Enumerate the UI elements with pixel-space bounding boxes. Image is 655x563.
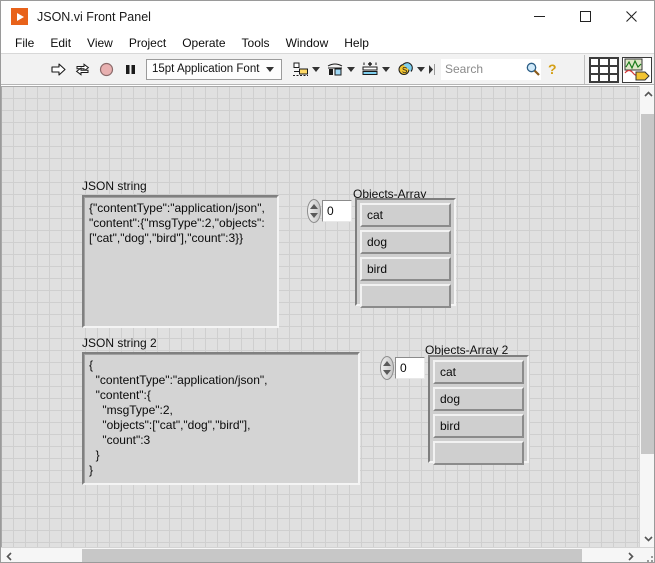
resize-objects-button[interactable] bbox=[359, 57, 392, 81]
front-panel-area: JSON string {"contentType":"application/… bbox=[1, 86, 654, 563]
align-objects-button[interactable] bbox=[289, 57, 322, 81]
chevron-down-icon bbox=[382, 66, 390, 72]
abort-button[interactable] bbox=[95, 57, 117, 81]
objects-array-index-control[interactable]: 0 bbox=[307, 199, 352, 223]
menu-item-tools[interactable]: Tools bbox=[234, 34, 278, 52]
svg-text:?: ? bbox=[548, 61, 557, 77]
objects-array-control[interactable]: cat dog bird bbox=[355, 198, 456, 308]
objects-array-index-value[interactable]: 0 bbox=[322, 200, 352, 222]
labview-front-panel-window: JSON.vi Front Panel File Edit View Proje… bbox=[0, 0, 655, 563]
chevron-down-icon bbox=[417, 66, 425, 72]
array-element[interactable]: dog bbox=[433, 387, 524, 411]
minimize-button[interactable] bbox=[516, 1, 562, 32]
array-element[interactable] bbox=[433, 441, 524, 465]
chevron-up-icon bbox=[310, 204, 318, 209]
connector-pane-group bbox=[584, 55, 652, 84]
search-input[interactable]: Search bbox=[441, 62, 525, 76]
json-string-2-control[interactable]: { "contentType":"application/json", "con… bbox=[82, 352, 360, 485]
menu-item-help[interactable]: Help bbox=[336, 34, 377, 52]
chevron-up-icon bbox=[383, 361, 391, 366]
window-title: JSON.vi Front Panel bbox=[37, 9, 151, 24]
json-string-value[interactable]: {"contentType":"application/json", "cont… bbox=[84, 197, 277, 326]
chevron-down-icon bbox=[347, 66, 355, 72]
svg-text:S: S bbox=[402, 66, 407, 75]
chevron-down-icon bbox=[312, 66, 320, 72]
toolbar: 15pt Application Font S Search ? bbox=[1, 54, 654, 85]
array-element[interactable]: bird bbox=[360, 257, 451, 281]
array-element[interactable]: cat bbox=[360, 203, 451, 227]
menu-item-project[interactable]: Project bbox=[121, 34, 174, 52]
vi-icon[interactable] bbox=[622, 56, 652, 83]
run-controls-group bbox=[46, 54, 142, 84]
chevron-down-icon bbox=[310, 213, 318, 218]
objects-array-2-index-control[interactable]: 0 bbox=[380, 356, 425, 380]
horizontal-scrollbar[interactable] bbox=[1, 547, 654, 563]
font-select-value: 15pt Application Font bbox=[152, 63, 260, 75]
font-select[interactable]: 15pt Application Font bbox=[146, 58, 282, 80]
title-bar: JSON.vi Front Panel bbox=[1, 1, 654, 32]
menu-item-operate[interactable]: Operate bbox=[174, 34, 233, 52]
json-string-2-label: JSON string 2 bbox=[82, 336, 157, 350]
run-button[interactable] bbox=[47, 57, 69, 81]
index-increment-decrement[interactable] bbox=[307, 199, 321, 223]
scroll-up-button[interactable] bbox=[640, 86, 654, 103]
pause-button[interactable] bbox=[119, 57, 141, 81]
array-element[interactable]: dog bbox=[360, 230, 451, 254]
search-box[interactable]: Search bbox=[441, 58, 541, 80]
chevron-down-icon bbox=[383, 370, 391, 375]
resize-grip[interactable] bbox=[639, 548, 654, 563]
vertical-scrollbar-thumb[interactable] bbox=[641, 114, 654, 454]
front-panel-canvas[interactable]: JSON string {"contentType":"application/… bbox=[1, 86, 639, 547]
distribute-objects-button[interactable] bbox=[324, 57, 357, 81]
menu-item-view[interactable]: View bbox=[79, 34, 121, 52]
maximize-button[interactable] bbox=[562, 1, 608, 32]
menu-item-file[interactable]: File bbox=[7, 34, 42, 52]
json-string-2-value[interactable]: { "contentType":"application/json", "con… bbox=[84, 354, 358, 483]
scroll-right-button[interactable] bbox=[622, 548, 639, 563]
index-increment-decrement[interactable] bbox=[380, 356, 394, 380]
connector-pane[interactable] bbox=[589, 56, 619, 83]
context-help-button[interactable]: ? bbox=[541, 57, 565, 81]
array-element[interactable] bbox=[360, 284, 451, 308]
chevron-down-icon bbox=[266, 66, 274, 72]
array-element[interactable]: bird bbox=[433, 414, 524, 438]
window-controls bbox=[516, 1, 654, 32]
reorder-objects-button[interactable]: S bbox=[394, 57, 427, 81]
menu-item-edit[interactable]: Edit bbox=[42, 34, 79, 52]
vertical-scrollbar[interactable] bbox=[639, 86, 654, 547]
json-string-control[interactable]: {"contentType":"application/json", "cont… bbox=[82, 195, 279, 328]
json-string-label: JSON string bbox=[82, 179, 147, 193]
horizontal-scrollbar-track[interactable] bbox=[18, 548, 622, 562]
objects-array-2-index-value[interactable]: 0 bbox=[395, 357, 425, 379]
labview-vi-icon bbox=[11, 8, 28, 25]
run-continuously-button[interactable] bbox=[71, 57, 93, 81]
array-element[interactable]: cat bbox=[433, 360, 524, 384]
horizontal-scrollbar-thumb[interactable] bbox=[82, 548, 582, 562]
scroll-left-button[interactable] bbox=[1, 548, 18, 563]
objects-array-2-control[interactable]: cat dog bird bbox=[428, 355, 529, 465]
close-button[interactable] bbox=[608, 1, 654, 32]
menu-item-window[interactable]: Window bbox=[278, 34, 337, 52]
search-icon bbox=[526, 62, 540, 76]
menu-bar: File Edit View Project Operate Tools Win… bbox=[1, 32, 654, 54]
scroll-down-button[interactable] bbox=[640, 530, 654, 547]
toolbar-split-handle[interactable] bbox=[428, 63, 437, 76]
